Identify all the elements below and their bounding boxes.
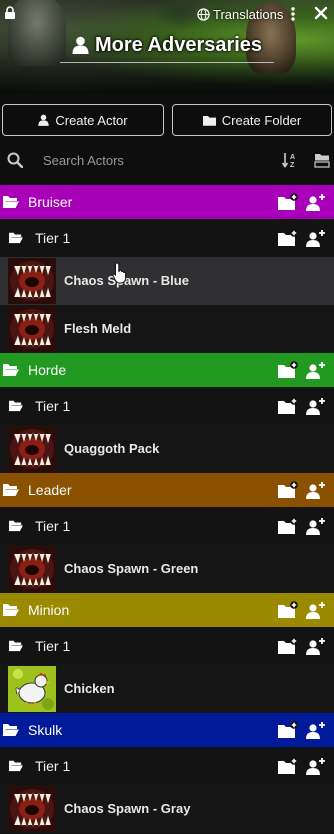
create-actor-in-folder-icon[interactable] bbox=[305, 757, 327, 775]
svg-text:A: A bbox=[290, 154, 295, 161]
create-actor-in-folder-icon[interactable] bbox=[305, 397, 327, 415]
search-bar: A Z bbox=[0, 144, 334, 176]
actor-name: Quaggoth Pack bbox=[64, 441, 160, 456]
subfolder-header[interactable]: Tier 1 bbox=[0, 507, 334, 545]
actor-thumbnail bbox=[8, 426, 56, 472]
folder-open-icon bbox=[2, 364, 19, 376]
create-subfolder-icon[interactable] bbox=[278, 517, 298, 535]
create-actor-in-folder-icon[interactable] bbox=[305, 229, 327, 247]
lock-icon[interactable] bbox=[3, 6, 17, 20]
search-icon bbox=[7, 152, 23, 168]
actor-entry[interactable]: Chaos Spawn - Green bbox=[0, 545, 334, 593]
create-actor-label: Create Actor bbox=[55, 112, 128, 128]
folder-name: Leader bbox=[28, 482, 72, 498]
title-text: More Adversaries bbox=[94, 33, 263, 56]
kebab-menu-icon[interactable] bbox=[288, 6, 298, 22]
folder-open-icon bbox=[8, 400, 23, 412]
page-title: More Adversaries bbox=[0, 30, 334, 60]
create-actor-in-folder-icon[interactable] bbox=[305, 637, 327, 655]
create-subfolder-icon[interactable] bbox=[278, 757, 298, 775]
svg-text:Z: Z bbox=[290, 162, 295, 168]
folder-open-icon bbox=[8, 232, 23, 244]
close-icon[interactable] bbox=[313, 4, 329, 22]
folder-header[interactable]: Skulk bbox=[0, 713, 334, 747]
folder-open-icon bbox=[2, 484, 19, 496]
translations-label: Translations bbox=[213, 6, 284, 22]
collapse-all-icon[interactable] bbox=[314, 152, 330, 168]
actor-thumbnail bbox=[8, 546, 56, 592]
folder-name: Minion bbox=[28, 602, 70, 618]
create-actor-in-folder-icon[interactable] bbox=[305, 517, 327, 535]
user-icon bbox=[38, 114, 50, 126]
create-subfolder-icon[interactable] bbox=[278, 481, 298, 499]
create-folder-label: Create Folder bbox=[221, 112, 302, 128]
folder-name: Skulk bbox=[28, 722, 63, 738]
create-subfolder-icon[interactable] bbox=[278, 361, 298, 379]
folder-open-icon bbox=[2, 196, 19, 208]
actor-directory-list: Bruiser Tier 1 Chaos Spawn - Blue Flesh … bbox=[0, 185, 334, 833]
actor-entry[interactable]: Chaos Spawn - Blue bbox=[0, 257, 334, 305]
create-actor-in-folder-icon[interactable] bbox=[305, 721, 327, 739]
subfolder-name: Tier 1 bbox=[35, 230, 71, 246]
create-subfolder-icon[interactable] bbox=[278, 193, 298, 211]
create-subfolder-icon[interactable] bbox=[278, 721, 298, 739]
subfolder-header[interactable]: Tier 1 bbox=[0, 219, 334, 257]
folder-name: Horde bbox=[28, 362, 67, 378]
folder-open-icon bbox=[8, 760, 23, 772]
create-subfolder-icon[interactable] bbox=[278, 229, 298, 247]
folder-header[interactable]: Minion bbox=[0, 593, 334, 627]
sort-icon[interactable]: A Z bbox=[282, 152, 298, 168]
actor-name: Chaos Spawn - Green bbox=[64, 561, 199, 576]
create-actor-button[interactable]: Create Actor bbox=[2, 104, 164, 136]
create-actor-in-folder-icon[interactable] bbox=[305, 481, 327, 499]
actor-entry[interactable]: Chicken bbox=[0, 665, 334, 713]
folder-header[interactable]: Leader bbox=[0, 473, 334, 507]
folder-open-icon bbox=[8, 520, 23, 532]
folder-open-icon bbox=[8, 640, 23, 652]
actor-thumbnail bbox=[8, 306, 56, 352]
translations-button[interactable]: Translations bbox=[197, 6, 283, 22]
actor-name: Chicken bbox=[64, 681, 115, 696]
folder-name: Bruiser bbox=[28, 194, 73, 210]
actor-entry[interactable]: Flesh Meld bbox=[0, 305, 334, 353]
sidebar-header: Translations More Adversaries bbox=[0, 0, 334, 94]
actor-entry[interactable]: Chaos Spawn - Gray bbox=[0, 785, 334, 833]
subfolder-header[interactable]: Tier 1 bbox=[0, 747, 334, 785]
actor-thumbnail bbox=[8, 258, 56, 304]
user-icon bbox=[72, 36, 89, 54]
subfolder-name: Tier 1 bbox=[35, 638, 71, 654]
subfolder-name: Tier 1 bbox=[35, 518, 71, 534]
create-actor-in-folder-icon[interactable] bbox=[305, 361, 327, 379]
create-subfolder-icon[interactable] bbox=[278, 397, 298, 415]
actor-name: Flesh Meld bbox=[64, 321, 132, 336]
subfolder-header[interactable]: Tier 1 bbox=[0, 387, 334, 425]
subfolder-name: Tier 1 bbox=[35, 398, 71, 414]
folder-header[interactable]: Bruiser bbox=[0, 185, 334, 219]
folder-icon bbox=[202, 115, 216, 126]
folder-open-icon bbox=[2, 724, 19, 736]
subfolder-name: Tier 1 bbox=[35, 758, 71, 774]
folder-open-icon bbox=[2, 604, 19, 616]
folder-header[interactable]: Horde bbox=[0, 353, 334, 387]
create-subfolder-icon[interactable] bbox=[278, 601, 298, 619]
search-input[interactable] bbox=[36, 148, 266, 172]
mouse-cursor bbox=[112, 262, 127, 284]
create-actor-in-folder-icon[interactable] bbox=[305, 601, 327, 619]
create-folder-button[interactable]: Create Folder bbox=[172, 104, 332, 136]
globe-icon bbox=[197, 7, 210, 21]
actor-thumbnail bbox=[8, 786, 56, 832]
actor-name: Chaos Spawn - Gray bbox=[64, 801, 191, 816]
create-subfolder-icon[interactable] bbox=[278, 637, 298, 655]
subfolder-header[interactable]: Tier 1 bbox=[0, 627, 334, 665]
create-actor-in-folder-icon[interactable] bbox=[305, 193, 327, 211]
title-divider bbox=[60, 62, 274, 63]
actor-thumbnail bbox=[8, 666, 56, 712]
actor-entry[interactable]: Quaggoth Pack bbox=[0, 425, 334, 473]
